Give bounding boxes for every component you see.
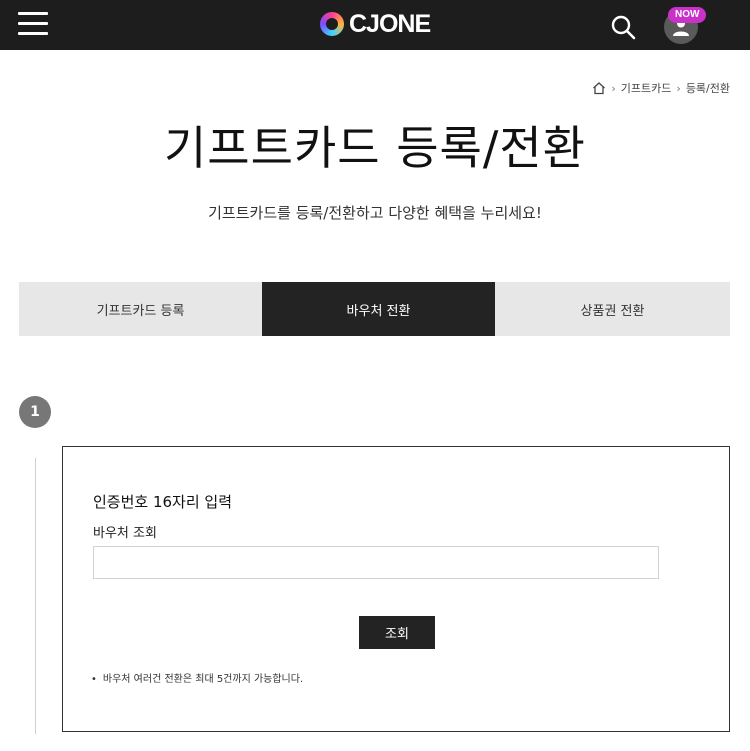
breadcrumb-item-giftcard[interactable]: 기프트카드 bbox=[621, 80, 672, 96]
chevron-right-icon: › bbox=[676, 81, 681, 95]
voucher-limit-note: • 바우처 여러건 전환은 최대 5건까지 가능합니다. bbox=[91, 670, 303, 685]
voucher-form-panel: 인증번호 16자리 입력 바우처 조회 조회 • 바우처 여러건 전환은 최대 5… bbox=[62, 446, 730, 732]
note-bullet: • bbox=[91, 674, 97, 685]
form-heading: 인증번호 16자리 입력 bbox=[93, 493, 233, 511]
top-navigation-bar: CJONE NOW bbox=[0, 0, 750, 50]
tab-bar: 기프트카드 등록 바우처 전환 상품권 전환 bbox=[19, 282, 730, 336]
note-text: 바우처 여러건 전환은 최대 5건까지 가능합니다. bbox=[102, 674, 304, 685]
page-subtitle: 기프트카드를 등록/전환하고 다양한 혜택을 누리세요! bbox=[208, 204, 542, 222]
breadcrumb-item-current: 등록/전환 bbox=[685, 82, 730, 95]
hamburger-menu-icon[interactable] bbox=[18, 12, 48, 36]
logo-ring-icon bbox=[320, 12, 344, 36]
breadcrumb: › 기프트카드 › 등록/전환 bbox=[592, 80, 730, 96]
search-icon[interactable] bbox=[610, 14, 636, 40]
cjone-logo[interactable]: CJONE bbox=[320, 9, 431, 38]
tab-voucher-convert[interactable]: 바우처 전환 bbox=[262, 282, 495, 336]
voucher-lookup-label: 바우처 조회 bbox=[93, 526, 157, 541]
tab-giftcard-register[interactable]: 기프트카드 등록 bbox=[19, 282, 262, 336]
step-divider-line bbox=[35, 458, 36, 734]
now-badge: NOW bbox=[668, 7, 707, 23]
page-title: 기프트카드 등록/전환 bbox=[163, 121, 586, 175]
voucher-code-input[interactable] bbox=[93, 546, 659, 579]
logo-text: CJONE bbox=[349, 9, 431, 38]
step-number-badge: 1 bbox=[19, 396, 51, 428]
tab-giftcert-convert[interactable]: 상품권 전환 bbox=[495, 282, 730, 336]
home-icon[interactable] bbox=[592, 81, 606, 95]
lookup-button[interactable]: 조회 bbox=[359, 616, 435, 649]
chevron-right-icon: › bbox=[611, 81, 616, 95]
